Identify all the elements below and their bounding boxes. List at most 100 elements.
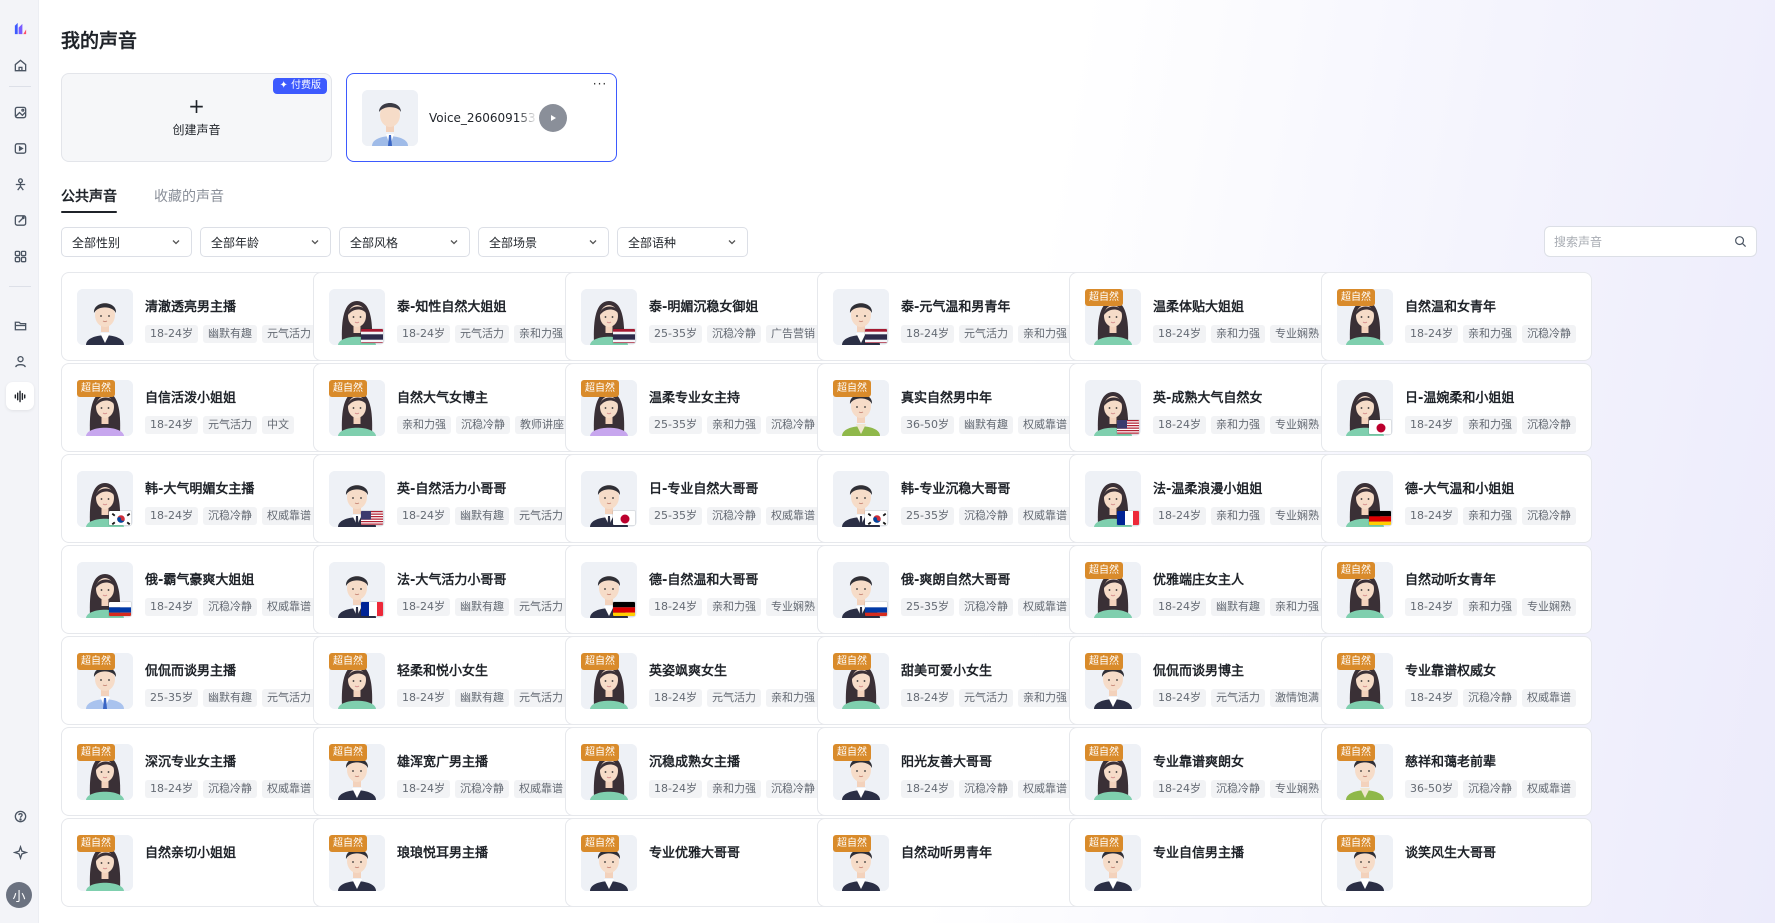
voice-tag: 中文 (261, 416, 294, 434)
user-icon[interactable] (6, 347, 34, 375)
sparkle-icon[interactable] (6, 838, 34, 866)
voice-card[interactable]: 超自然 自然温和女青年 18-24岁 亲和力强 沉稳冷静 (1321, 272, 1592, 361)
voice-card[interactable]: 俄-霸气豪爽大姐姐 18-24岁 沉稳冷静 权威靠谱 (61, 545, 332, 634)
voice-card[interactable]: 英-自然活力小哥哥 18-24岁 幽默有趣 元气活力 (313, 454, 584, 543)
voice-tag: 18-24岁 (1153, 689, 1206, 707)
app-logo-icon[interactable] (6, 14, 34, 42)
video-gen-icon[interactable] (6, 134, 34, 162)
voice-card[interactable]: 超自然 自信活泼小姐姐 18-24岁 元气活力 中文 (61, 363, 332, 452)
voice-card[interactable]: 超自然 雄浑宽广男主播 18-24岁 沉稳冷静 权威靠谱 (313, 727, 584, 816)
image-gen-icon[interactable] (6, 98, 34, 126)
voice-title: 琅琅悦耳男主播 (397, 846, 489, 861)
voice-tag: 25-35岁 (145, 689, 198, 707)
voice-card[interactable]: 超自然 英姿飒爽女生 18-24岁 元气活力 亲和力强 (565, 636, 836, 725)
age-filter[interactable]: 全部年龄 (200, 227, 331, 257)
create-voice-button[interactable]: ✦ 付费版 + 创建声音 (61, 73, 332, 162)
edit-image-icon[interactable] (6, 206, 34, 234)
voice-title: 温柔体贴大姐姐 (1153, 300, 1245, 315)
voice-card[interactable]: 日-温婉柔和小姐姐 18-24岁 亲和力强 沉稳冷静 (1321, 363, 1592, 452)
apps-grid-icon[interactable] (6, 242, 34, 270)
voice-tag: 亲和力强 (706, 416, 761, 434)
voice-tag: 18-24岁 (145, 507, 198, 525)
voice-title: 深沉专业女主播 (145, 755, 237, 770)
voice-card[interactable]: 超自然 甜美可爱小女生 18-24岁 元气活力 亲和力强 (817, 636, 1088, 725)
voice-tag: 18-24岁 (1405, 416, 1458, 434)
voice-tag: 亲和力强 (1210, 325, 1265, 343)
voice-card[interactable]: 超自然 专业自信男主播 (1069, 818, 1340, 907)
voice-tag: 18-24岁 (901, 689, 954, 707)
voice-tags: 18-24岁 沉稳冷静 权威靠谱 (145, 780, 321, 798)
voice-card[interactable]: 泰-知性自然大姐姐 18-24岁 元气活力 亲和力强 (313, 272, 584, 361)
tab-public-voices[interactable]: 公共声音 (61, 186, 117, 213)
voice-card[interactable]: 超自然 阳光友善大哥哥 18-24岁 沉稳冷静 权威靠谱 (817, 727, 1088, 816)
voice-card[interactable]: 韩-专业沉稳大哥哥 25-35岁 沉稳冷静 权威靠谱 (817, 454, 1088, 543)
voice-tag: 36-50岁 (901, 416, 954, 434)
voice-card[interactable]: 超自然 琅琅悦耳男主播 (313, 818, 584, 907)
search-input[interactable] (1554, 234, 1724, 249)
voice-card[interactable]: 超自然 侃侃而谈男主播 25-35岁 幽默有趣 元气活力 (61, 636, 332, 725)
super-natural-badge: 超自然 (329, 653, 367, 670)
voice-card[interactable]: 超自然 自然亲切小姐姐 (61, 818, 332, 907)
character-icon[interactable] (6, 170, 34, 198)
user-avatar[interactable]: 小 (6, 882, 32, 908)
voice-avatar (329, 471, 385, 527)
voice-card[interactable]: 超自然 深沉专业女主播 18-24岁 沉稳冷静 权威靠谱 (61, 727, 332, 816)
voice-card[interactable]: 清澈透亮男主播 18-24岁 幽默有趣 元气活力 (61, 272, 332, 361)
super-natural-badge: 超自然 (77, 653, 115, 670)
voice-card[interactable]: 超自然 自然动听男青年 (817, 818, 1088, 907)
my-voice-card[interactable]: Voice_2606091531098 ··· (346, 73, 617, 162)
voice-card[interactable]: 法-温柔浪漫小姐姐 18-24岁 亲和力强 专业娴熟 (1069, 454, 1340, 543)
voice-tag: 沉稳冷静 (765, 416, 820, 434)
voice-card[interactable]: 超自然 轻柔和悦小女生 18-24岁 幽默有趣 元气活力 (313, 636, 584, 725)
voice-card[interactable]: 超自然 真实自然男中年 36-50岁 幽默有趣 权威靠谱 (817, 363, 1088, 452)
voice-card[interactable]: 超自然 温柔专业女主持 25-35岁 亲和力强 沉稳冷静 (565, 363, 836, 452)
voice-card[interactable]: 超自然 侃侃而谈男博主 18-24岁 元气活力 激情饱满 (1069, 636, 1340, 725)
voice-card[interactable]: 超自然 沉稳成熟女主播 18-24岁 亲和力强 沉稳冷静 (565, 727, 836, 816)
voice-card[interactable]: 泰-明媚沉稳女御姐 25-35岁 沉稳冷静 广告营销 (565, 272, 836, 361)
voice-card[interactable]: 德-自然温和大哥哥 18-24岁 亲和力强 专业娴熟 (565, 545, 836, 634)
voice-tag: 18-24岁 (1153, 325, 1206, 343)
scene-filter[interactable]: 全部场景 (478, 227, 609, 257)
voice-tags: 25-35岁 沉稳冷静 权威靠谱 (901, 507, 1077, 525)
voice-card[interactable]: 韩-大气明媚女主播 18-24岁 沉稳冷静 权威靠谱 (61, 454, 332, 543)
folder-icon[interactable] (6, 311, 34, 339)
more-options-icon[interactable]: ··· (589, 78, 611, 96)
gender-filter[interactable]: 全部性别 (61, 227, 192, 257)
style-filter[interactable]: 全部风格 (339, 227, 470, 257)
home-icon[interactable] (6, 51, 34, 79)
voice-tag: 沉稳冷静 (1210, 780, 1265, 798)
voice-wave-icon[interactable] (6, 382, 34, 410)
voice-tag: 18-24岁 (145, 325, 198, 343)
voice-card[interactable]: 超自然 慈祥和蔼老前辈 36-50岁 沉稳冷静 权威靠谱 (1321, 727, 1592, 816)
voice-card[interactable]: 超自然 专业优雅大哥哥 (565, 818, 836, 907)
tab-favorite-voices[interactable]: 收藏的声音 (154, 186, 224, 208)
super-natural-badge: 超自然 (1085, 562, 1123, 579)
voice-card[interactable]: 超自然 专业靠谱爽朗女 18-24岁 沉稳冷静 专业娴熟 (1069, 727, 1340, 816)
search-icon[interactable] (1734, 235, 1747, 248)
voice-card[interactable]: 超自然 自然动听女青年 18-24岁 亲和力强 专业娴熟 (1321, 545, 1592, 634)
voice-card[interactable]: 日-专业自然大哥哥 25-35岁 沉稳冷静 权威靠谱 (565, 454, 836, 543)
voice-tag: 沉稳冷静 (456, 416, 510, 434)
voice-card[interactable]: 德-大气温和小姐姐 18-24岁 亲和力强 沉稳冷静 (1321, 454, 1592, 543)
voice-tags: 18-24岁 亲和力强 沉稳冷静 (649, 780, 825, 798)
flag-ru-icon (864, 601, 888, 617)
voice-card[interactable]: 英-成熟大气自然女 18-24岁 亲和力强 专业娴熟 (1069, 363, 1340, 452)
help-icon[interactable] (6, 802, 34, 830)
voice-tags: 18-24岁 沉稳冷静 专业娴熟 (1153, 780, 1329, 798)
voice-card[interactable]: 超自然 温柔体贴大姐姐 18-24岁 亲和力强 专业娴熟 (1069, 272, 1340, 361)
voice-card[interactable]: 超自然 谈笑风生大哥哥 (1321, 818, 1592, 907)
flag-kr-icon (864, 510, 888, 526)
play-button[interactable] (539, 103, 567, 132)
super-natural-badge: 超自然 (1337, 835, 1375, 852)
voice-card[interactable]: 超自然 自然大气女博主 亲和力强 沉稳冷静 教师讲座 (313, 363, 584, 452)
voice-card[interactable]: 超自然 专业靠谱权威女 18-24岁 沉稳冷静 权威靠谱 (1321, 636, 1592, 725)
voice-card[interactable]: 俄-爽朗自然大哥哥 25-35岁 沉稳冷静 权威靠谱 (817, 545, 1088, 634)
voice-title: 德-大气温和小姐姐 (1405, 482, 1515, 497)
voice-card[interactable]: 泰-元气温和男青年 18-24岁 元气活力 亲和力强 (817, 272, 1088, 361)
voice-tag: 元气活力 (261, 689, 316, 707)
super-natural-badge: 超自然 (581, 744, 619, 761)
voice-card[interactable]: 超自然 优雅端庄女主人 18-24岁 幽默有趣 亲和力强 (1069, 545, 1340, 634)
voice-tag: 元气活力 (1210, 689, 1265, 707)
language-filter[interactable]: 全部语种 (617, 227, 748, 257)
voice-card[interactable]: 法-大气活力小哥哥 18-24岁 幽默有趣 元气活力 (313, 545, 584, 634)
